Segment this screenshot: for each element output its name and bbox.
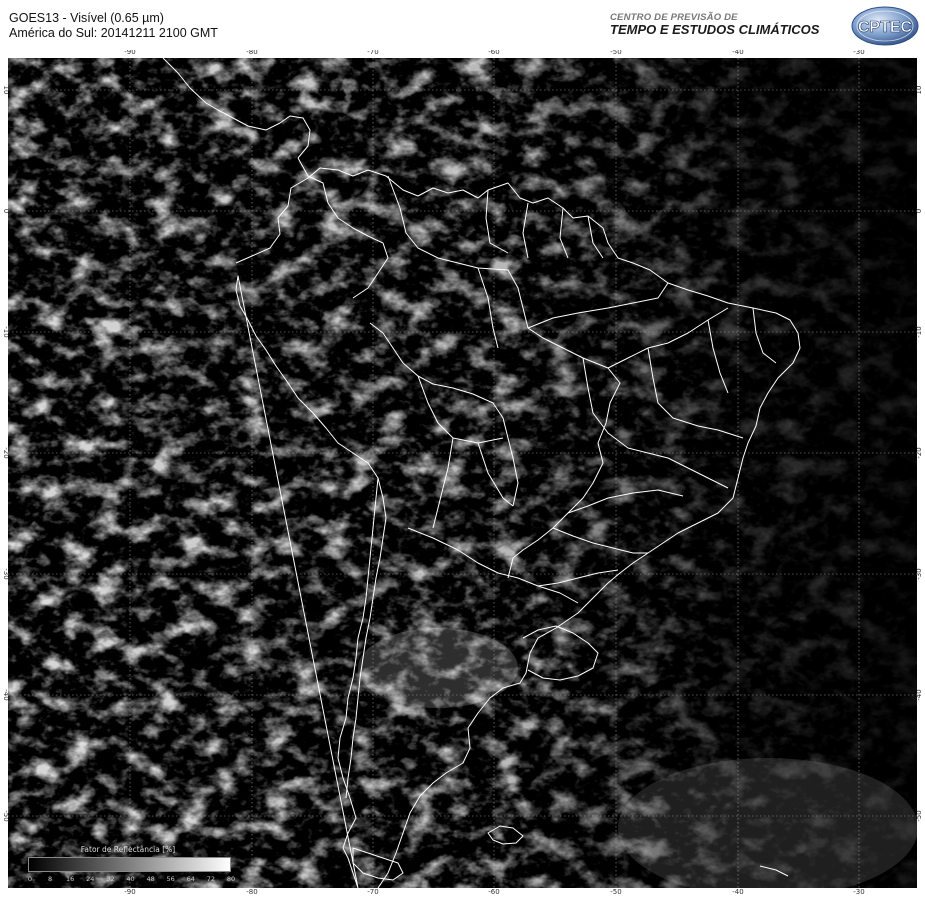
longitude-tick-label: -90 — [124, 50, 135, 56]
legend-tick: 16 — [66, 875, 75, 883]
cptec-logo: CPTEC — [850, 5, 920, 47]
longitude-tick-label: -50 — [610, 888, 621, 896]
image-title: GOES13 - Visível (0.65 µm) América do Su… — [9, 11, 218, 41]
longitude-tick-label: -50 — [610, 50, 621, 56]
legend-tick: 8 — [48, 875, 53, 883]
legend-tick: 64 — [186, 875, 195, 883]
longitude-tick-label: -80 — [246, 50, 257, 56]
longitude-tick-label: -30 — [853, 50, 864, 56]
legend-tick: 32 — [106, 875, 115, 883]
reflectance-legend: Fator de Reflectância [%] 0 8 16 24 32 40 48 56… — [25, 845, 235, 885]
longitude-tick-label: -70 — [367, 50, 378, 56]
title-line-2: América do Sul: 20141211 2100 GMT — [9, 26, 218, 40]
longitude-tick-label: -60 — [488, 888, 499, 896]
legend-color-bar — [28, 857, 231, 872]
logo-text: CPTEC — [858, 19, 913, 36]
legend-tick: 72 — [206, 875, 216, 883]
legend-tick: 80 — [226, 875, 236, 883]
longitude-tick-label: -40 — [732, 888, 743, 896]
legend-tick-labels: 0 8 16 24 32 40 48 56 64 72 80 — [25, 875, 235, 885]
legend-tick: 40 — [126, 875, 135, 883]
legend-tick: 0 — [27, 875, 33, 883]
longitude-tick-label: -30 — [853, 888, 864, 896]
legend-tick: 48 — [146, 875, 155, 883]
brand-block: CENTRO DE PREVISÃO DE TEMPO E ESTUDOS CL… — [610, 12, 819, 37]
satellite-image — [8, 58, 917, 888]
longitude-tick-label: -70 — [367, 888, 378, 896]
title-line-1: GOES13 - Visível (0.65 µm) — [9, 11, 164, 25]
legend-title: Fator de Reflectância [%] — [80, 845, 176, 854]
longitude-tick-label: -60 — [488, 50, 499, 56]
legend-tick: 24 — [86, 875, 95, 883]
longitude-tick-label: -80 — [246, 888, 257, 896]
legend-tick: 56 — [166, 875, 175, 883]
header: GOES13 - Visível (0.65 µm) América do Su… — [0, 0, 925, 50]
longitude-tick-label: -40 — [732, 50, 743, 56]
brand-title: TEMPO E ESTUDOS CLIMÁTICOS — [610, 22, 820, 37]
longitude-tick-label: -90 — [124, 888, 135, 896]
